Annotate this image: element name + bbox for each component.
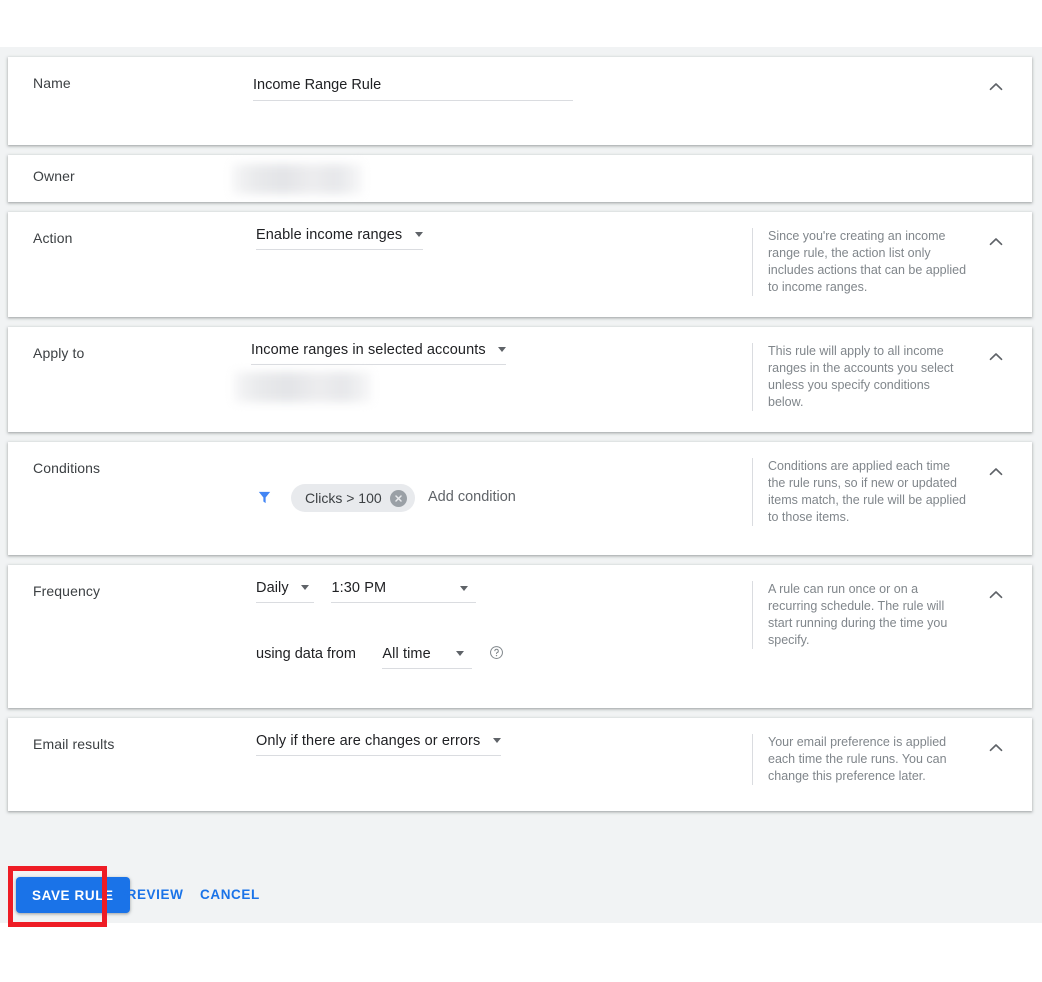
section-label-conditions: Conditions [33, 460, 100, 476]
chevron-down-icon [498, 347, 506, 352]
cancel-button[interactable]: CANCEL [200, 877, 260, 913]
collapse-toggle-email-results[interactable] [984, 736, 1008, 760]
frequency-interval-dropdown[interactable]: Daily [256, 579, 314, 603]
collapse-toggle-action[interactable] [984, 230, 1008, 254]
frequency-help-text: A rule can run once or on a recurring sc… [752, 581, 967, 649]
apply-to-dropdown[interactable]: Income ranges in selected accounts [251, 341, 506, 365]
collapse-toggle-name[interactable] [984, 75, 1008, 99]
apply-to-help-text: This rule will apply to all income range… [752, 343, 967, 411]
section-label-apply-to: Apply to [33, 345, 84, 361]
rule-editor-page: Name Income Range Rule Owner Actio [0, 0, 1042, 982]
preview-button[interactable]: PREVIEW [117, 877, 183, 913]
condition-chip-label: Clicks > 100 [305, 490, 382, 506]
rule-name-input[interactable]: Income Range Rule [253, 77, 573, 101]
filter-icon[interactable] [256, 489, 273, 511]
chevron-down-icon [460, 586, 468, 591]
chevron-down-icon [301, 585, 309, 590]
save-rule-button[interactable]: SAVE RULE [16, 877, 130, 913]
section-email-results: Email results Only if there are changes … [8, 718, 1032, 811]
section-owner: Owner [8, 155, 1032, 202]
remove-condition-icon[interactable] [390, 490, 407, 507]
collapse-toggle-frequency[interactable] [984, 583, 1008, 607]
section-apply-to: Apply to Income ranges in selected accou… [8, 327, 1032, 432]
chevron-up-icon [984, 230, 1008, 254]
chevron-up-icon [984, 75, 1008, 99]
bottom-white-strip [0, 923, 1042, 982]
chevron-down-icon [493, 738, 501, 743]
chevron-up-icon [984, 460, 1008, 484]
section-conditions: Conditions Clicks > 100 [8, 442, 1032, 555]
chevron-up-icon [984, 736, 1008, 760]
owner-value-redacted [232, 164, 362, 194]
help-icon[interactable] [489, 645, 504, 660]
using-data-from-label: using data from [256, 646, 356, 662]
section-action: Action Enable income ranges Since you're… [8, 212, 1032, 317]
collapse-toggle-apply-to[interactable] [984, 345, 1008, 369]
data-range-dropdown[interactable]: All time [382, 645, 472, 669]
selected-accounts-redacted [234, 372, 371, 402]
conditions-help-text: Conditions are applied each time the rul… [752, 458, 967, 526]
section-label-email-results: Email results [33, 736, 114, 752]
section-name: Name Income Range Rule [8, 57, 1032, 145]
chevron-down-icon [415, 232, 423, 237]
section-label-owner: Owner [33, 168, 75, 184]
section-label-action: Action [33, 230, 73, 246]
section-label-name: Name [33, 75, 71, 91]
action-dropdown[interactable]: Enable income ranges [256, 226, 423, 250]
email-results-dropdown[interactable]: Only if there are changes or errors [256, 732, 501, 756]
collapse-toggle-conditions[interactable] [984, 460, 1008, 484]
condition-chip-clicks[interactable]: Clicks > 100 [291, 484, 415, 512]
frequency-time-dropdown[interactable]: 1:30 PM [331, 579, 476, 603]
rule-sections: Name Income Range Rule Owner Actio [8, 57, 1032, 821]
action-bar: SAVE RULE PREVIEW CANCEL [0, 866, 1042, 923]
chevron-down-icon [456, 651, 464, 656]
add-condition-button[interactable]: Add condition [428, 489, 516, 505]
action-help-text: Since you're creating an income range ru… [752, 228, 967, 296]
chevron-up-icon [984, 583, 1008, 607]
section-frequency: Frequency Daily 1:30 PM using data from … [8, 565, 1032, 708]
email-results-help-text: Your email preference is applied each ti… [752, 734, 967, 785]
chevron-up-icon [984, 345, 1008, 369]
section-label-frequency: Frequency [33, 583, 100, 599]
top-white-strip [0, 0, 1042, 47]
